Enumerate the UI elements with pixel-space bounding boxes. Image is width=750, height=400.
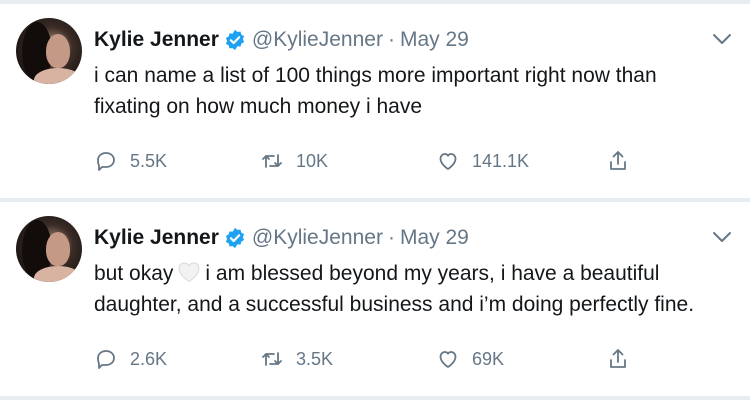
tweet-text: but okay i am blessed beyond my years, i … xyxy=(94,258,720,320)
verified-badge-icon xyxy=(225,227,244,249)
tweet[interactable]: Kylie Jenner @KylieJenner · May 29 but o… xyxy=(0,202,750,396)
tweet-actions: 5.5K 10K 141.1K xyxy=(94,146,720,176)
avatar[interactable] xyxy=(16,216,82,282)
retweet-icon xyxy=(262,352,282,366)
author-name[interactable]: Kylie Jenner xyxy=(94,226,219,250)
tweet[interactable]: Kylie Jenner @KylieJenner · May 29 i can… xyxy=(0,4,750,198)
retweet-count: 10K xyxy=(296,150,329,171)
separator: · xyxy=(387,28,395,51)
share-icon xyxy=(610,151,626,170)
like-count: 141.1K xyxy=(472,150,530,171)
like-button[interactable]: 141.1K xyxy=(436,146,529,176)
tweet-header: Kylie Jenner @KylieJenner · May 29 xyxy=(94,26,690,54)
tweet-feed: Kylie Jenner @KylieJenner · May 29 i can… xyxy=(0,0,750,400)
like-count: 69K xyxy=(472,348,505,369)
retweet-count: 3.5K xyxy=(296,348,334,369)
reply-count: 5.5K xyxy=(130,150,168,171)
share-button[interactable] xyxy=(606,344,642,374)
heart-icon xyxy=(439,351,457,368)
retweet-icon xyxy=(262,154,282,168)
reply-button[interactable]: 2.6K xyxy=(94,344,167,374)
reply-count: 2.6K xyxy=(130,348,168,369)
author-handle[interactable]: @KylieJenner xyxy=(252,226,383,250)
share-icon xyxy=(610,349,626,368)
author-handle[interactable]: @KylieJenner xyxy=(252,28,383,52)
tweet-header: Kylie Jenner @KylieJenner · May 29 xyxy=(94,224,690,252)
chevron-down-icon[interactable] xyxy=(712,230,732,244)
retweet-button[interactable]: 10K xyxy=(260,146,328,176)
reply-icon xyxy=(97,350,115,369)
retweet-button[interactable]: 3.5K xyxy=(260,344,333,374)
tweet-date[interactable]: May 29 xyxy=(400,226,469,250)
tweet-actions: 2.6K 3.5K 69K xyxy=(94,344,720,374)
tweet-date[interactable]: May 29 xyxy=(400,28,469,52)
white-heart-emoji-icon xyxy=(178,262,200,283)
author-name[interactable]: Kylie Jenner xyxy=(94,28,219,52)
separator: · xyxy=(387,226,395,249)
tweet-text: i can name a list of 100 things more imp… xyxy=(94,64,657,118)
verified-badge-icon xyxy=(225,29,244,51)
chevron-down-icon[interactable] xyxy=(712,32,732,46)
reply-icon xyxy=(97,152,115,171)
avatar[interactable] xyxy=(16,18,82,84)
like-button[interactable]: 69K xyxy=(436,344,504,374)
tweet-text-part: but okay xyxy=(94,262,174,285)
heart-icon xyxy=(439,153,457,170)
reply-button[interactable]: 5.5K xyxy=(94,146,167,176)
share-button[interactable] xyxy=(606,146,642,176)
